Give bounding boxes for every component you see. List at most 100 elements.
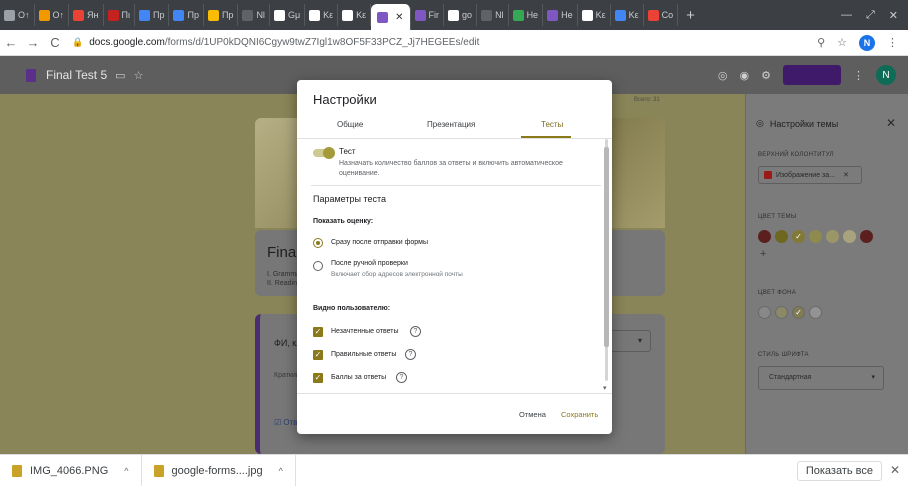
doc-title[interactable]: Final Test 5 <box>46 68 107 82</box>
theme-color-swatch[interactable] <box>809 230 822 243</box>
browser-tab[interactable]: Пр <box>204 4 239 26</box>
checkbox-missed-label[interactable]: Незачтенные ответы <box>331 328 399 335</box>
download-item[interactable]: google-forms....jpg ^ <box>142 454 296 486</box>
theme-color-swatch[interactable] <box>775 230 788 243</box>
more-menu-icon[interactable]: ⋮ <box>853 69 864 82</box>
theme-color-swatch[interactable] <box>826 230 839 243</box>
close-window-icon[interactable]: ✕ <box>889 9 898 22</box>
close-shelf-icon[interactable]: ✕ <box>890 463 900 477</box>
reload-icon[interactable]: C <box>44 35 66 50</box>
forms-doc-icon[interactable] <box>26 68 36 82</box>
send-button[interactable] <box>783 65 841 85</box>
new-tab-icon[interactable]: + <box>678 7 703 24</box>
browser-tab[interactable]: Пр <box>169 4 204 26</box>
help-icon[interactable]: ? <box>405 349 416 360</box>
background-color-swatch[interactable] <box>775 306 788 319</box>
tab-quizzes[interactable]: Тесты <box>541 120 563 129</box>
url-field[interactable]: 🔒 docs.google.com/forms/d/1UP0kDQNI6Cgyw… <box>72 37 817 48</box>
radio-after-review-label[interactable]: После ручной проверки <box>331 260 408 267</box>
browser-tab[interactable]: Kε <box>611 4 644 26</box>
browser-tab[interactable]: Kε <box>578 4 611 26</box>
help-icon[interactable]: ? <box>410 326 421 337</box>
checkbox-point-values[interactable]: ✓ <box>313 373 323 383</box>
restore-icon[interactable]: ⤢ <box>866 9 875 22</box>
checkbox-correct-answers[interactable]: ✓ <box>313 350 323 360</box>
bookmark-star-icon[interactable]: ☆ <box>837 36 847 49</box>
tab-general[interactable]: Общие <box>337 120 363 129</box>
browser-tab[interactable]: Пр <box>135 4 170 26</box>
profile-avatar[interactable]: N <box>859 34 875 51</box>
chevron-up-icon[interactable]: ^ <box>279 466 283 476</box>
radio-immediately[interactable] <box>313 238 323 248</box>
scrollbar-thumb[interactable] <box>604 147 609 347</box>
add-color-icon[interactable]: + <box>760 248 766 260</box>
back-icon[interactable]: ← <box>0 35 22 50</box>
tab-presentation[interactable]: Презентация <box>427 120 475 129</box>
theme-color-swatch[interactable] <box>758 230 771 243</box>
star-icon[interactable]: ☆ <box>134 69 144 82</box>
browser-tab[interactable]: Gμ <box>270 4 306 26</box>
palette-icon[interactable]: ◎ <box>718 69 728 82</box>
show-all-button[interactable]: Показать все <box>796 461 882 481</box>
forward-icon[interactable]: → <box>22 35 44 50</box>
browser-tab[interactable]: Kε <box>338 4 372 26</box>
tab-favicon <box>207 9 219 21</box>
zoom-icon[interactable]: ⚲ <box>817 36 825 49</box>
tab-label: Kε <box>323 10 334 20</box>
account-avatar[interactable]: N <box>876 65 896 85</box>
browser-tab[interactable]: Kε <box>305 4 339 26</box>
theme-color-swatch[interactable] <box>843 230 856 243</box>
cancel-button[interactable]: Отмена <box>519 410 546 419</box>
browser-tab[interactable]: О↑ <box>0 4 35 26</box>
background-color-swatch[interactable] <box>758 306 771 319</box>
browser-tab[interactable]: Nl <box>238 4 270 26</box>
tab-favicon <box>273 9 285 21</box>
theme-color-swatch[interactable]: ✓ <box>792 230 805 243</box>
quiz-toggle[interactable] <box>313 147 335 159</box>
help-icon[interactable]: ? <box>396 372 407 383</box>
radio-after-review[interactable] <box>313 261 323 271</box>
theme-panel: ◎ Настройки темы ✕ ВЕРХНИЙ КОЛОНТИТУЛ Из… <box>746 94 908 454</box>
answers-link[interactable]: ☑ Отв <box>274 418 298 427</box>
chevron-up-icon[interactable]: ^ <box>124 466 128 476</box>
browser-tab[interactable]: go <box>444 4 478 26</box>
minimize-icon[interactable]: — <box>841 9 852 21</box>
browser-tab[interactable]: Fir <box>411 4 445 26</box>
preview-eye-icon[interactable]: ◉ <box>740 69 750 82</box>
checkbox-correct-label[interactable]: Правильные ответы <box>331 351 396 358</box>
scroll-down-icon[interactable]: ▾ <box>603 384 607 392</box>
close-icon[interactable]: ✕ <box>886 116 896 130</box>
settings-gear-icon[interactable]: ⚙ <box>761 69 771 82</box>
browser-tab[interactable]: Пι <box>104 4 135 26</box>
download-item[interactable]: IMG_4066.PNG ^ <box>0 454 142 486</box>
url-path: /forms/d/1UP0kDQNI6Cgyw9twZ7Igl1w8OF5F33… <box>164 37 480 48</box>
background-color-swatch[interactable]: ✓ <box>792 306 805 319</box>
header-image-chip[interactable]: Изображение за... ✕ <box>758 166 862 184</box>
dialog-tabs: Общие Презентация Тесты <box>297 116 612 138</box>
checkbox-points-label[interactable]: Баллы за ответы <box>331 374 386 381</box>
browser-tab[interactable]: He <box>509 4 544 26</box>
folder-icon[interactable]: ▭ <box>115 69 125 82</box>
checkbox-missed-questions[interactable]: ✓ <box>313 327 323 337</box>
tab-label: О↑ <box>18 10 30 20</box>
quiz-toggle-label: Тест <box>339 147 356 156</box>
theme-color-swatch[interactable] <box>860 230 873 243</box>
dialog-scrollbar[interactable]: ▾ <box>603 139 610 393</box>
browser-tab-active[interactable]: ✕ <box>371 4 411 30</box>
save-button[interactable]: Сохранить <box>561 410 598 419</box>
browser-menu-icon[interactable]: ⋮ <box>887 36 898 49</box>
tab-favicon <box>173 9 185 21</box>
browser-tab[interactable]: О↑ <box>35 4 70 26</box>
browser-tab[interactable]: Co <box>644 4 679 26</box>
browser-tab[interactable]: Nl <box>477 4 509 26</box>
browser-tab[interactable]: He <box>543 4 578 26</box>
browser-tab[interactable]: Ян <box>69 4 104 26</box>
radio-immediately-label[interactable]: Сразу после отправки формы <box>331 239 428 246</box>
tab-label: go <box>462 10 473 20</box>
tab-close-icon[interactable]: ✕ <box>395 12 403 23</box>
tab-label: Nl <box>256 10 265 20</box>
chip-close-icon[interactable]: ✕ <box>843 171 849 179</box>
tab-label: Gμ <box>287 10 301 20</box>
font-style-select[interactable]: Стандартная ▾ <box>758 366 884 390</box>
background-color-swatch[interactable] <box>809 306 822 319</box>
